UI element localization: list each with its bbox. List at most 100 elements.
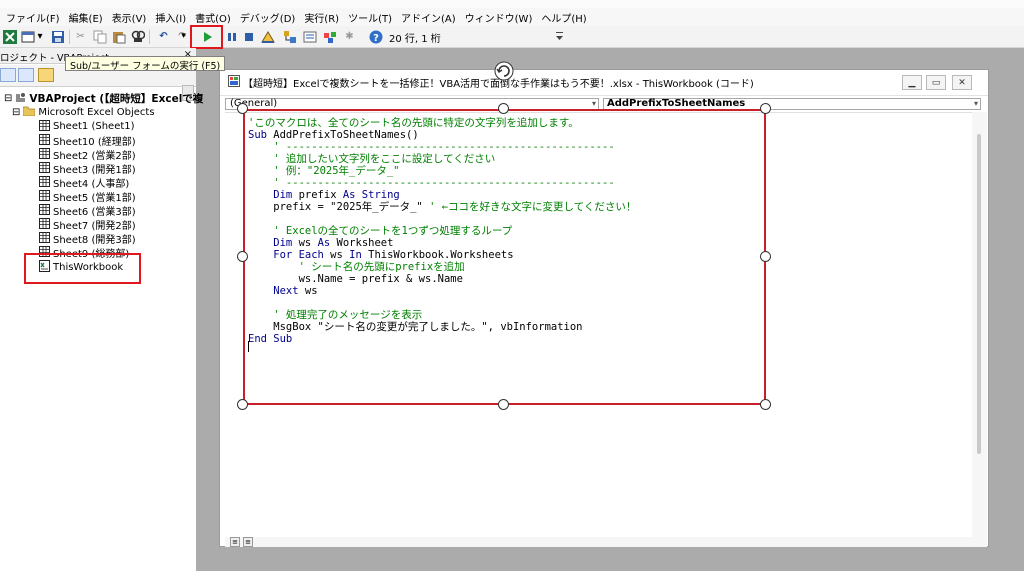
resize-handle[interactable] — [237, 251, 248, 262]
resize-handle[interactable] — [760, 103, 771, 114]
procedure-view-icon[interactable]: ≡ — [230, 537, 240, 547]
collapse-icon[interactable]: ⊟ — [12, 107, 20, 118]
tree-sheet[interactable]: Sheet3 (開発1部) — [39, 161, 136, 176]
find-icon[interactable] — [130, 29, 145, 44]
menu-view[interactable]: 表示(V) — [109, 10, 153, 25]
toolbar-separator — [69, 30, 70, 44]
title-strip — [0, 0, 1024, 8]
maximize-icon[interactable]: ▭ — [926, 75, 946, 90]
menu-bar: ファイル(F) 編集(E) 表示(V) 挿入(I) 書式(O) デバッグ(D) … — [0, 8, 1024, 26]
properties-icon[interactable] — [302, 29, 317, 44]
view-object-icon[interactable] — [18, 68, 34, 82]
sheet-icon — [39, 189, 50, 204]
tree-sheet[interactable]: Sheet2 (営業2部) — [39, 147, 136, 162]
menu-debug[interactable]: デバッグ(D) — [237, 10, 302, 25]
rotate-handle-icon[interactable] — [494, 61, 514, 81]
full-module-view-icon[interactable]: ≡ — [243, 537, 253, 547]
menu-addins[interactable]: アドイン(A) — [398, 10, 462, 25]
resize-handle[interactable] — [237, 399, 248, 410]
toolbox-icon[interactable]: ✱ — [342, 29, 357, 44]
tree-folder-excel-objects[interactable]: ⊟ Microsoft Excel Objects — [12, 106, 155, 119]
object-browser-icon[interactable] — [322, 29, 337, 44]
resize-handle[interactable] — [760, 251, 771, 262]
resize-handle[interactable] — [498, 103, 509, 114]
tree-sheet[interactable]: Sheet5 (営業1部) — [39, 189, 136, 204]
toolbar-options-icon[interactable] — [555, 30, 564, 44]
sheet-icon — [39, 203, 50, 218]
menu-insert[interactable]: 挿入(I) — [152, 10, 192, 25]
excel-view-icon[interactable] — [2, 29, 17, 44]
tree-project-root[interactable]: ⊟ VBAProject (【超時短】Excelで複 — [4, 92, 203, 105]
tree-sheet-label: Sheet6 (営業3部) — [53, 207, 136, 218]
code-window-titlebar: 【超時短】Excelで複数シートを一括修正！VBA活用で面倒な手作業はもう不要！… — [220, 70, 988, 96]
tree-sheet-label: Sheet4 (人事部) — [53, 179, 130, 190]
vba-project-icon — [15, 92, 26, 106]
sheet-icon — [39, 175, 50, 190]
toolbar-separator — [149, 30, 150, 44]
svg-text:?: ? — [373, 33, 379, 44]
tree-sheet[interactable]: Sheet4 (人事部) — [39, 175, 130, 190]
scrollbar-thumb[interactable] — [977, 134, 981, 454]
folder-icon — [23, 106, 36, 119]
chevron-down-icon[interactable]: ▾ — [974, 99, 978, 109]
resize-handle[interactable] — [760, 399, 771, 410]
view-code-icon[interactable] — [0, 68, 16, 82]
project-explorer: ロジェクト - VBAProject × ⊟ VBAProject (【超時短】… — [0, 48, 203, 571]
tree-sheet[interactable]: Sheet10 (経理部) — [39, 133, 136, 148]
undo-icon[interactable]: ↶ — [156, 29, 171, 44]
toolbar-chevron-icon[interactable]: ▾ — [179, 29, 188, 44]
horizontal-scrollbar[interactable]: ≡ ≡ — [225, 537, 987, 547]
sheet-icon — [39, 147, 50, 162]
tree-sheet-label: Sheet1 (Sheet1) — [53, 121, 135, 132]
sheet-icon — [39, 119, 50, 134]
tree-sheet[interactable]: Sheet1 (Sheet1) — [39, 119, 135, 134]
sheet-icon — [39, 161, 50, 176]
close-icon[interactable]: ✕ — [952, 75, 972, 90]
cut-icon[interactable]: ✂ — [73, 29, 88, 44]
pause-icon[interactable] — [224, 29, 239, 44]
run-tooltip: Sub/ユーザー フォームの実行 (F5) — [65, 56, 226, 72]
menu-format[interactable]: 書式(O) — [192, 10, 237, 25]
tree-folder-label: Microsoft Excel Objects — [38, 107, 155, 118]
tree-sheet[interactable]: Sheet7 (開発2部) — [39, 217, 136, 232]
copy-icon[interactable] — [92, 29, 107, 44]
tree-sheet[interactable]: Sheet8 (開発3部) — [39, 231, 136, 246]
menu-tools[interactable]: ツール(T) — [345, 10, 398, 25]
menu-help[interactable]: ヘルプ(H) — [538, 10, 592, 25]
chevron-down-icon[interactable]: ▾ — [592, 99, 596, 109]
tree-sheet-label: Sheet7 (開発2部) — [53, 221, 136, 232]
standard-toolbar: ▾ ✂ ↶ ↷ ✱ ? ▾ — [0, 26, 1024, 48]
menu-file[interactable]: ファイル(F) — [3, 10, 66, 25]
resize-handle[interactable] — [498, 399, 509, 410]
resize-handle[interactable] — [237, 103, 248, 114]
run-button-highlight — [190, 25, 223, 49]
chevron-down-icon[interactable]: ▾ — [36, 29, 44, 44]
procedure-combo-value: AddPrefixToSheetNames — [607, 98, 746, 109]
code-window-icon — [228, 75, 240, 90]
sheet-icon — [39, 133, 50, 148]
menu-window[interactable]: ウィンドウ(W) — [462, 10, 539, 25]
vertical-scrollbar[interactable] — [972, 112, 987, 537]
paste-icon[interactable] — [111, 29, 126, 44]
project-explorer-icon[interactable] — [282, 29, 297, 44]
sheet-icon — [39, 217, 50, 232]
menu-edit[interactable]: 編集(E) — [66, 10, 109, 25]
toggle-folders-icon[interactable] — [38, 68, 54, 82]
collapse-icon[interactable]: ⊟ — [4, 93, 12, 104]
menu-run[interactable]: 実行(R) — [301, 10, 345, 25]
tree-sheet-label: Sheet2 (営業2部) — [53, 151, 136, 162]
thisworkbook-highlight — [24, 253, 141, 284]
cursor-position: 20 行, 1 桁 — [389, 34, 441, 45]
design-mode-icon[interactable] — [260, 29, 275, 44]
reset-icon[interactable] — [241, 29, 256, 44]
tree-project-label: VBAProject (【超時短】Excelで複 — [29, 93, 204, 105]
tree-sheet-label: Sheet10 (経理部) — [53, 137, 136, 148]
tree-sheet[interactable]: Sheet6 (営業3部) — [39, 203, 136, 218]
save-icon[interactable] — [50, 29, 65, 44]
sheet-icon — [39, 231, 50, 246]
insert-userform-icon[interactable] — [20, 29, 35, 44]
tree-sheet-label: Sheet5 (営業1部) — [53, 193, 136, 204]
help-icon[interactable]: ? — [368, 29, 383, 44]
minimize-icon[interactable]: ▁ — [902, 75, 922, 90]
tree-sheet-label: Sheet8 (開発3部) — [53, 235, 136, 246]
